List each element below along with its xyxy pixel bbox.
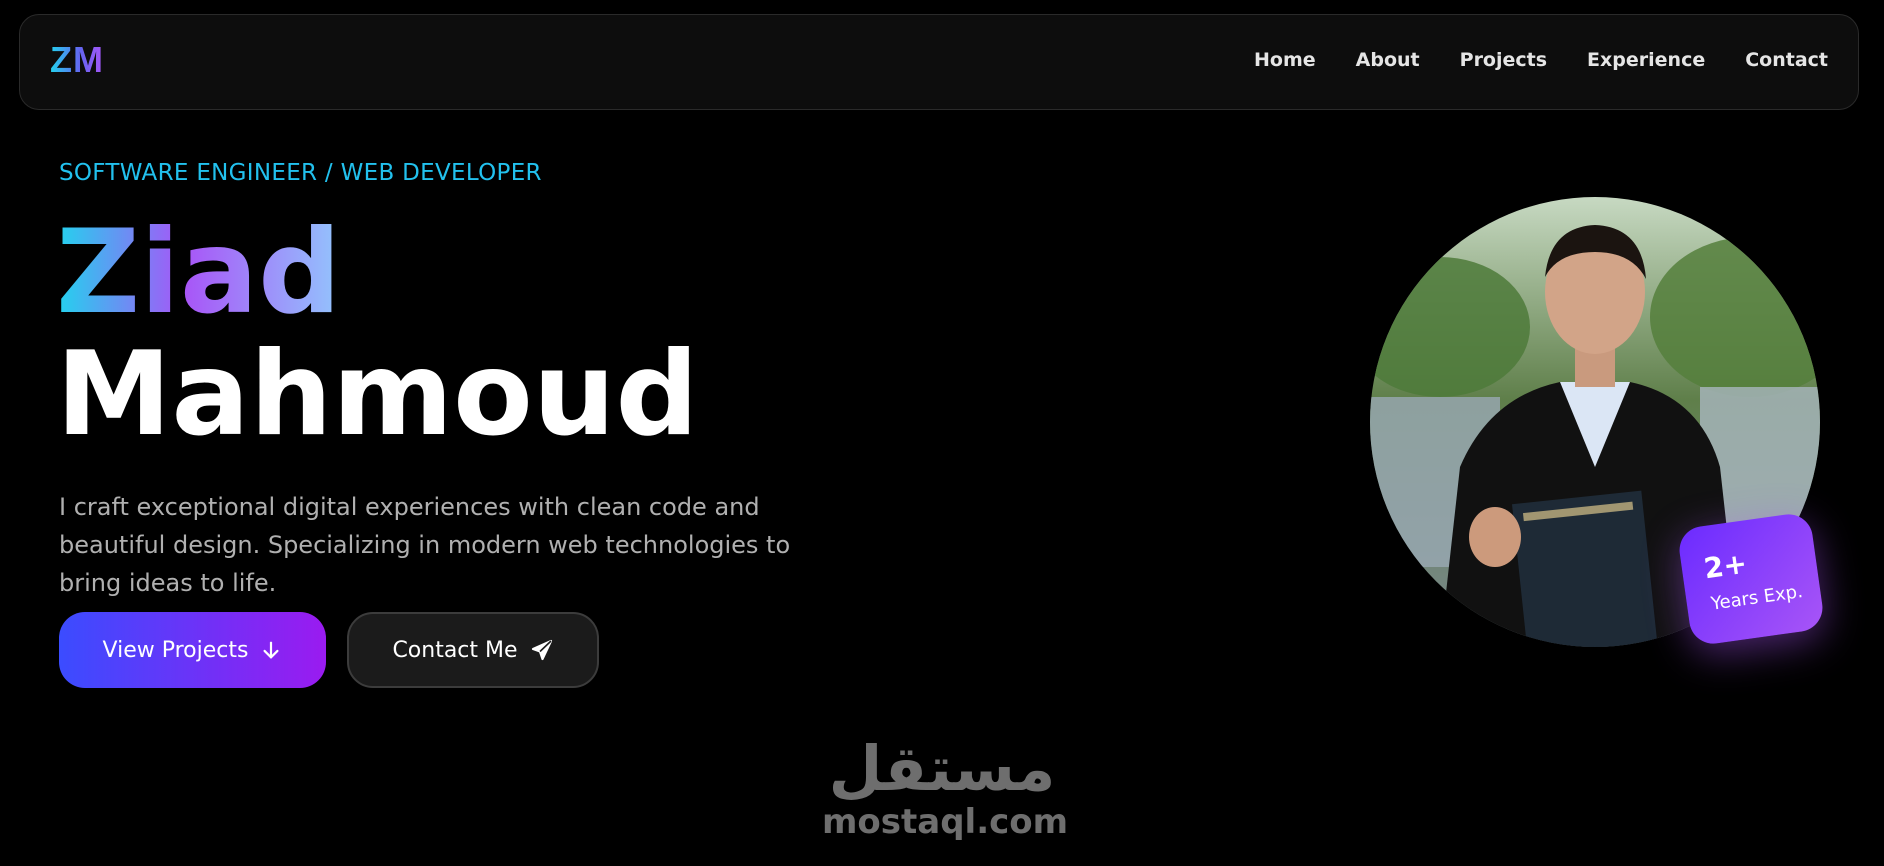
contact-me-button[interactable]: Contact Me [347,612,599,688]
view-projects-button[interactable]: View Projects [59,612,326,688]
experience-label: Years Exp. [1709,581,1805,615]
experience-value: 2+ [1701,546,1749,586]
hero-description: I craft exceptional digital experiences … [59,493,791,597]
navbar: ZM Home About Projects Experience Contac… [19,14,1859,110]
hero-subtitle: SOFTWARE ENGINEER / WEB DEVELOPER [59,160,542,186]
hero-first-name: Ziad [56,205,342,340]
nav-link-projects[interactable]: Projects [1460,49,1547,71]
hero-last-name: Mahmoud [56,327,699,462]
watermark-arabic-text: مستقل [828,732,1056,805]
view-projects-label: View Projects [102,637,249,663]
watermark-latin-text: mostaql.com [822,802,1069,842]
watermark: مستقل mostaql.com [822,732,1069,843]
nav-link-experience[interactable]: Experience [1587,49,1705,71]
logo[interactable]: ZM [50,39,104,81]
contact-me-label: Contact Me [392,637,518,663]
nav-links: Home About Projects Experience Contact [1254,49,1828,71]
arrow-down-icon [260,639,282,661]
nav-link-about[interactable]: About [1356,49,1420,71]
nav-link-contact[interactable]: Contact [1745,49,1828,71]
experience-badge: 2+ Years Exp. [1676,511,1826,647]
send-icon [530,638,554,662]
nav-link-home[interactable]: Home [1254,49,1316,71]
